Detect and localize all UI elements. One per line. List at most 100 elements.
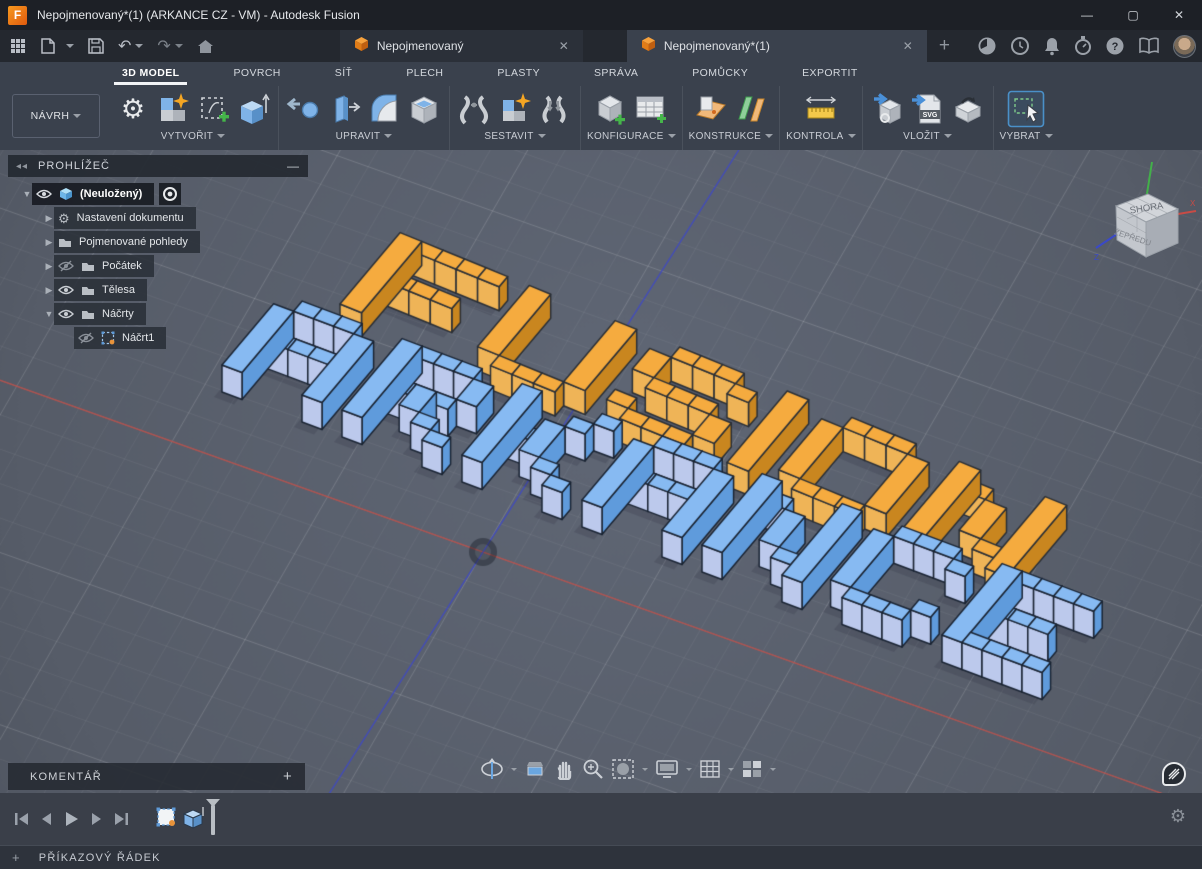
select-icon[interactable] — [1007, 90, 1045, 128]
timeline-sketch-feature[interactable] — [155, 804, 177, 835]
ribbon-tab-3d-model[interactable]: 3D MODEL — [118, 62, 183, 86]
activate-component-radio[interactable] — [159, 183, 181, 205]
notifications-bell-icon[interactable] — [1043, 36, 1061, 56]
insert-svg-icon[interactable]: SVG — [909, 90, 947, 128]
look-at-icon[interactable] — [524, 759, 546, 779]
join-bodies-icon[interactable] — [536, 90, 574, 128]
solid-settings-gear-icon[interactable]: ⚙ — [114, 90, 152, 128]
group-label-vytvorit[interactable]: VYTVOŘIT — [161, 130, 225, 146]
tree-row-root[interactable]: ▼ (Neuložený) — [22, 183, 308, 205]
timeline-extrude-feature[interactable] — [181, 804, 205, 835]
maximize-button[interactable]: ▢ — [1110, 0, 1156, 30]
learning-book-icon[interactable] — [1138, 37, 1160, 55]
command-line-bar[interactable]: + PŘÍKAZOVÝ ŘÁDEK — [0, 845, 1202, 869]
comment-bar[interactable]: KOMENTÁŘ + — [8, 763, 305, 790]
new-solid-icon[interactable] — [154, 90, 192, 128]
eye-icon[interactable] — [58, 309, 74, 319]
timeline-settings-gear-icon[interactable]: ⚙ — [1170, 807, 1186, 825]
group-label-sestavit[interactable]: SESTAVIT — [484, 130, 545, 146]
eye-off-icon[interactable] — [58, 260, 74, 272]
insert-mesh-icon[interactable] — [869, 90, 907, 128]
chevron-right-icon[interactable]: ▶ — [44, 285, 54, 296]
new-tab-button[interactable]: + — [927, 30, 962, 62]
offset-face-icon[interactable] — [325, 90, 363, 128]
minimize-button[interactable]: — — [1064, 0, 1110, 30]
tab-close-icon[interactable]: ✕ — [555, 39, 573, 53]
extrude-icon[interactable] — [234, 90, 272, 128]
display-dropdown-caret[interactable] — [686, 768, 692, 771]
tree-row-named-views[interactable]: ▶ Pojmenované pohledy — [44, 231, 308, 253]
eye-icon[interactable] — [58, 285, 74, 295]
eye-icon[interactable] — [36, 189, 52, 199]
document-tab-2-active[interactable]: Nepojmenovaný*(1) ✕ — [627, 30, 927, 62]
timeline-go-start-icon[interactable] — [14, 812, 29, 826]
shell-icon[interactable] — [405, 90, 443, 128]
app-grid-icon[interactable] — [10, 38, 26, 54]
grid-dropdown-caret[interactable] — [728, 768, 734, 771]
create-sketch-icon[interactable] — [194, 90, 232, 128]
save-icon[interactable] — [88, 38, 104, 54]
group-label-upravit[interactable]: UPRAVIT — [336, 130, 393, 146]
3d-viewport[interactable]: ◂◂ PROHLÍŽEČ — ▼ (Neuložený) ▶ ⚙ — [0, 150, 1202, 793]
document-tab-1[interactable]: Nepojmenovaný ✕ — [340, 30, 583, 62]
user-avatar[interactable] — [1173, 35, 1196, 58]
job-status-clock-icon[interactable] — [1010, 36, 1030, 56]
ribbon-tab-povrch[interactable]: POVRCH — [229, 62, 284, 86]
tree-row-sketch1[interactable]: Náčrt1 — [74, 327, 308, 349]
close-button[interactable]: ✕ — [1156, 0, 1202, 30]
ribbon-tab-sit[interactable]: SÍŤ — [331, 62, 357, 86]
chevron-down-icon[interactable]: ▼ — [22, 189, 32, 199]
fillet-icon[interactable] — [365, 90, 403, 128]
zoom-icon[interactable] — [582, 758, 604, 780]
viewports-dropdown-caret[interactable] — [770, 768, 776, 771]
group-label-kontrola[interactable]: KONTROLA — [786, 130, 855, 146]
add-comment-icon[interactable]: + — [283, 768, 293, 785]
minimize-panel-icon[interactable]: — — [287, 159, 300, 173]
chevron-right-icon[interactable]: ▶ — [44, 261, 54, 272]
group-label-konstrukce[interactable]: KONSTRUKCE — [689, 130, 773, 146]
grid-icon[interactable] — [699, 759, 721, 779]
orbit-dropdown-caret[interactable] — [511, 768, 517, 771]
pan-icon[interactable] — [553, 758, 575, 780]
view-cube[interactable]: X Z SHORA ZEPŘEDU — [1086, 154, 1200, 279]
measure-icon[interactable] — [802, 90, 840, 128]
expand-command-line-icon[interactable]: + — [12, 850, 21, 865]
group-label-konfigurace[interactable]: KONFIGURACE — [587, 130, 676, 146]
tree-row-document-settings[interactable]: ▶ ⚙ Nastavení dokumentu — [44, 207, 308, 229]
feedback-balloon-icon[interactable] — [1162, 762, 1186, 786]
tree-row-sketches[interactable]: ▼ Náčrty — [44, 303, 308, 325]
configure-cube-icon[interactable] — [592, 90, 630, 128]
eye-off-icon[interactable] — [78, 332, 94, 344]
offset-plane-icon[interactable] — [732, 90, 770, 128]
configuration-table-icon[interactable] — [632, 90, 670, 128]
timer-icon[interactable] — [1074, 36, 1092, 56]
derive-icon[interactable] — [949, 90, 987, 128]
tree-row-origin[interactable]: ▶ Počátek — [44, 255, 308, 277]
ribbon-tab-plasty[interactable]: PLASTY — [493, 62, 544, 86]
viewports-icon[interactable] — [741, 759, 763, 779]
tab-close-icon[interactable]: ✕ — [899, 39, 917, 53]
timeline-position-marker[interactable] — [211, 805, 215, 835]
file-menu-icon[interactable] — [40, 38, 74, 54]
timeline-step-forward-icon[interactable] — [90, 812, 103, 826]
browser-header[interactable]: ◂◂ PROHLÍŽEČ — — [8, 155, 308, 177]
home-icon[interactable] — [197, 39, 214, 54]
design-mode-dropdown[interactable]: NÁVRH — [12, 94, 100, 138]
undo-icon[interactable]: ↶ — [118, 36, 143, 56]
group-label-vlozit[interactable]: VLOŽIT — [903, 130, 952, 146]
press-pull-icon[interactable] — [285, 90, 323, 128]
group-label-vybrat[interactable]: VYBRAT — [1000, 130, 1053, 146]
ribbon-tab-plech[interactable]: PLECH — [402, 62, 447, 86]
orbit-icon[interactable] — [480, 758, 504, 780]
chevron-down-icon[interactable]: ▼ — [44, 309, 54, 319]
window-zoom-dropdown-caret[interactable] — [642, 768, 648, 771]
ribbon-tab-exportit[interactable]: EXPORTIT — [798, 62, 862, 86]
timeline-step-back-icon[interactable] — [40, 812, 53, 826]
ribbon-tab-sprava[interactable]: SPRÁVA — [590, 62, 642, 86]
new-component-icon[interactable] — [496, 90, 534, 128]
timeline-go-end-icon[interactable] — [114, 812, 129, 826]
tree-row-bodies[interactable]: ▶ Tělesa — [44, 279, 308, 301]
redo-icon[interactable]: ↷ — [157, 36, 182, 56]
collapse-panel-icon[interactable]: ◂◂ — [16, 161, 28, 172]
timeline-play-icon[interactable] — [64, 811, 79, 827]
